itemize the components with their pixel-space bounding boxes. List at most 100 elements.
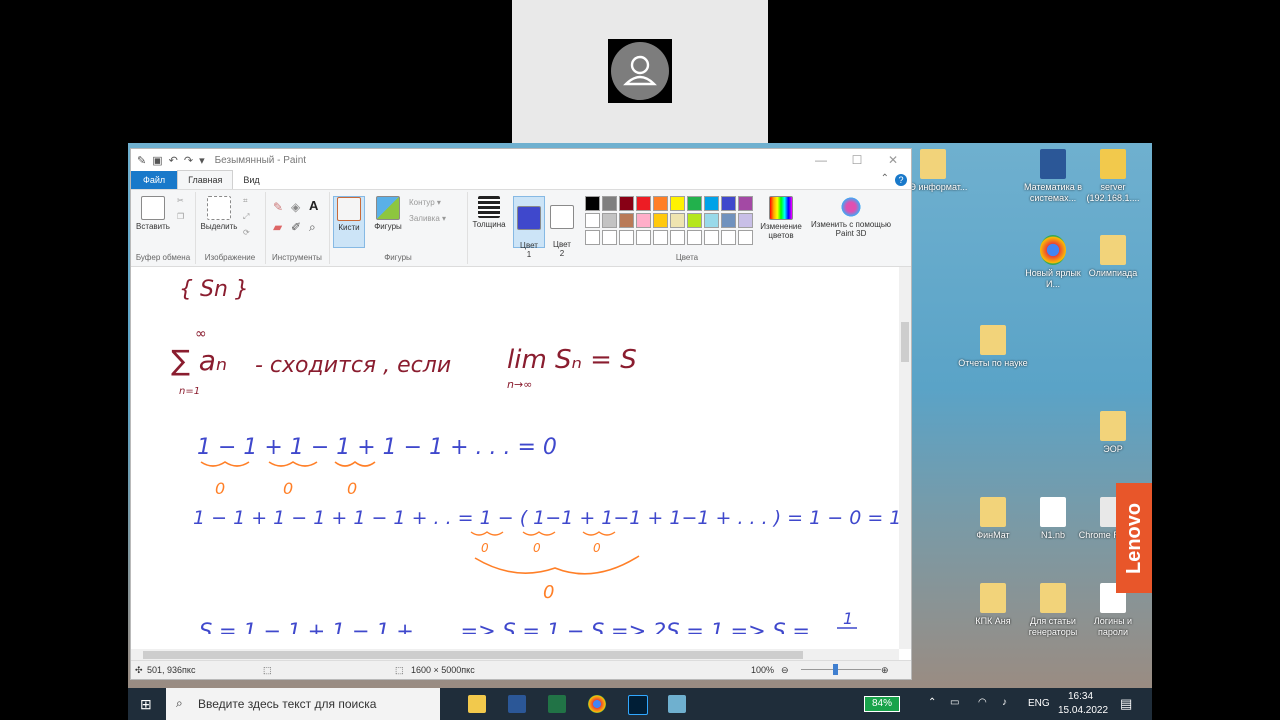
undo-icon[interactable]: ↶ (169, 154, 178, 167)
zoom-slider[interactable] (801, 669, 881, 670)
taskbar-search[interactable]: ⌕ Введите здесь текст для поиска (166, 688, 440, 720)
zoom-out-button[interactable]: ⊖ (781, 665, 789, 676)
text-tool-icon[interactable]: A (309, 198, 318, 213)
palette-swatch[interactable] (704, 213, 719, 228)
save-icon[interactable]: ▣ (152, 154, 162, 167)
palette-swatch[interactable] (687, 196, 702, 211)
magnifier-icon[interactable]: ⌕ (309, 220, 316, 235)
palette-swatch[interactable] (602, 196, 617, 211)
paint3d-button[interactable]: Изменить с помощью Paint 3D (811, 196, 891, 238)
clock-time[interactable]: 16:34 (1068, 691, 1093, 702)
select-button[interactable]: Выделить (199, 196, 239, 231)
search-icon: ⌕ (176, 696, 183, 710)
paint-window: ✎ ▣ ↶ ↷ ▾ Безымянный - Paint — ☐ ✕ Файл … (130, 148, 912, 680)
file-explorer-icon[interactable] (468, 695, 486, 713)
zoom-in-button[interactable]: ⊕ (881, 665, 889, 676)
thickness-button[interactable]: Толщина (471, 196, 507, 229)
palette-swatch[interactable] (585, 196, 600, 211)
chrome-icon[interactable] (588, 695, 606, 713)
palette-swatch[interactable] (619, 213, 634, 228)
palette-swatch[interactable] (602, 213, 617, 228)
resize-icon[interactable]: ⤢ (243, 212, 249, 222)
palette-swatch-empty[interactable] (653, 230, 668, 245)
palette-swatch[interactable] (738, 196, 753, 211)
palette-swatch[interactable] (636, 196, 651, 211)
minimize-button[interactable]: — (803, 153, 839, 167)
palette-swatch-empty[interactable] (670, 230, 685, 245)
palette-swatch[interactable] (721, 213, 736, 228)
palette-swatch[interactable] (704, 196, 719, 211)
tab-home[interactable]: Главная (177, 170, 234, 189)
horizontal-scroll-thumb[interactable] (143, 651, 803, 659)
cut-icon[interactable]: ✂ (177, 196, 184, 205)
chevron-up-icon[interactable]: ⌃ (928, 697, 936, 708)
windows-start-icon[interactable]: ⊞ (140, 696, 152, 713)
desktop-icon[interactable]: ЭОР (1078, 411, 1148, 455)
palette-swatch-empty[interactable] (721, 230, 736, 245)
paint-icon[interactable] (668, 695, 686, 713)
palette-swatch-empty[interactable] (602, 230, 617, 245)
fill-bucket-icon[interactable]: ◈ (291, 200, 300, 214)
vertical-scroll-thumb[interactable] (901, 322, 909, 362)
palette-swatch[interactable] (721, 196, 736, 211)
palette-swatch[interactable] (619, 196, 634, 211)
palette-swatch[interactable] (670, 213, 685, 228)
photoshop-icon[interactable] (628, 695, 648, 715)
palette-swatch-empty[interactable] (687, 230, 702, 245)
palette-swatch[interactable] (670, 196, 685, 211)
help-icon[interactable]: ? (895, 174, 907, 186)
group-shapes: Кисти Фигуры Контур ▾ Заливка ▾ Фигуры (329, 192, 468, 264)
desktop-icon[interactable]: server (192.168.1.... (1078, 149, 1148, 204)
color2-button[interactable]: Цвет 2 (547, 196, 577, 258)
palette-swatch-empty[interactable] (636, 230, 651, 245)
rotate-icon[interactable]: ⟳ (243, 228, 250, 237)
volume-icon[interactable]: ♪ (1002, 697, 1007, 708)
palette-swatch-empty[interactable] (738, 230, 753, 245)
palette-swatch[interactable] (636, 213, 651, 228)
eraser-icon[interactable]: ▰ (273, 220, 282, 234)
language-indicator[interactable]: ENG (1028, 698, 1050, 709)
excel-icon[interactable] (548, 695, 566, 713)
palette-swatch-empty[interactable] (619, 230, 634, 245)
hw-zero: 0 (533, 541, 541, 555)
group-label: Инструменты (272, 253, 322, 262)
crop-icon[interactable]: ⌗ (243, 196, 248, 206)
zoom-slider-thumb[interactable] (833, 664, 838, 675)
shapes-label: Фигуры (374, 222, 402, 231)
outline-dropdown[interactable]: Контур ▾ (409, 198, 441, 207)
palette-swatch-empty[interactable] (585, 230, 600, 245)
desktop-icon[interactable]: Отчеты по науке (958, 325, 1028, 369)
tab-file[interactable]: Файл (131, 171, 178, 189)
clock-date[interactable]: 15.04.2022 (1058, 705, 1108, 716)
vertical-scrollbar[interactable] (899, 267, 911, 649)
desktop-icon[interactable]: Олимпиада (1078, 235, 1148, 279)
palette-swatch[interactable] (653, 213, 668, 228)
customize-qat-icon[interactable]: ▾ (199, 154, 205, 167)
pencil-icon[interactable]: ✎ (273, 200, 283, 214)
brushes-button[interactable]: Кисти (333, 196, 365, 248)
palette-swatch[interactable] (653, 196, 668, 211)
copy-icon[interactable]: ❐ (177, 212, 184, 221)
hw-grouping-line: 1 − 1 + 1 − 1 + 1 − 1 + . . = 1 − ( 1−1 … (193, 507, 899, 529)
redo-icon[interactable]: ↷ (184, 154, 193, 167)
color-picker-icon[interactable]: ✐ (291, 220, 301, 234)
edit-colors-button[interactable]: Изменение цветов (757, 196, 805, 240)
battery-indicator[interactable]: 84% (864, 696, 900, 712)
fill-dropdown[interactable]: Заливка ▾ (409, 214, 446, 223)
palette-swatch[interactable] (585, 213, 600, 228)
shapes-button[interactable]: Фигуры (371, 196, 405, 231)
close-button[interactable]: ✕ (875, 153, 911, 167)
palette-swatch-empty[interactable] (704, 230, 719, 245)
wifi-icon[interactable]: ◠ (978, 697, 987, 708)
color1-button[interactable]: Цвет 1 (513, 196, 545, 259)
battery-icon[interactable]: ▭ (950, 697, 959, 708)
paste-button[interactable]: Вставить (135, 196, 171, 231)
notifications-icon[interactable]: ▤ (1120, 696, 1132, 712)
palette-swatch[interactable] (738, 213, 753, 228)
word-icon[interactable] (508, 695, 526, 713)
drawing-canvas[interactable]: { Sn } ∑ aₙ ∞ n=1 - сходится , если lim … (131, 277, 899, 654)
palette-swatch[interactable] (687, 213, 702, 228)
collapse-ribbon-icon[interactable]: ⌃ (881, 173, 889, 184)
tab-view[interactable]: Вид (233, 171, 269, 189)
maximize-button[interactable]: ☐ (839, 153, 875, 167)
